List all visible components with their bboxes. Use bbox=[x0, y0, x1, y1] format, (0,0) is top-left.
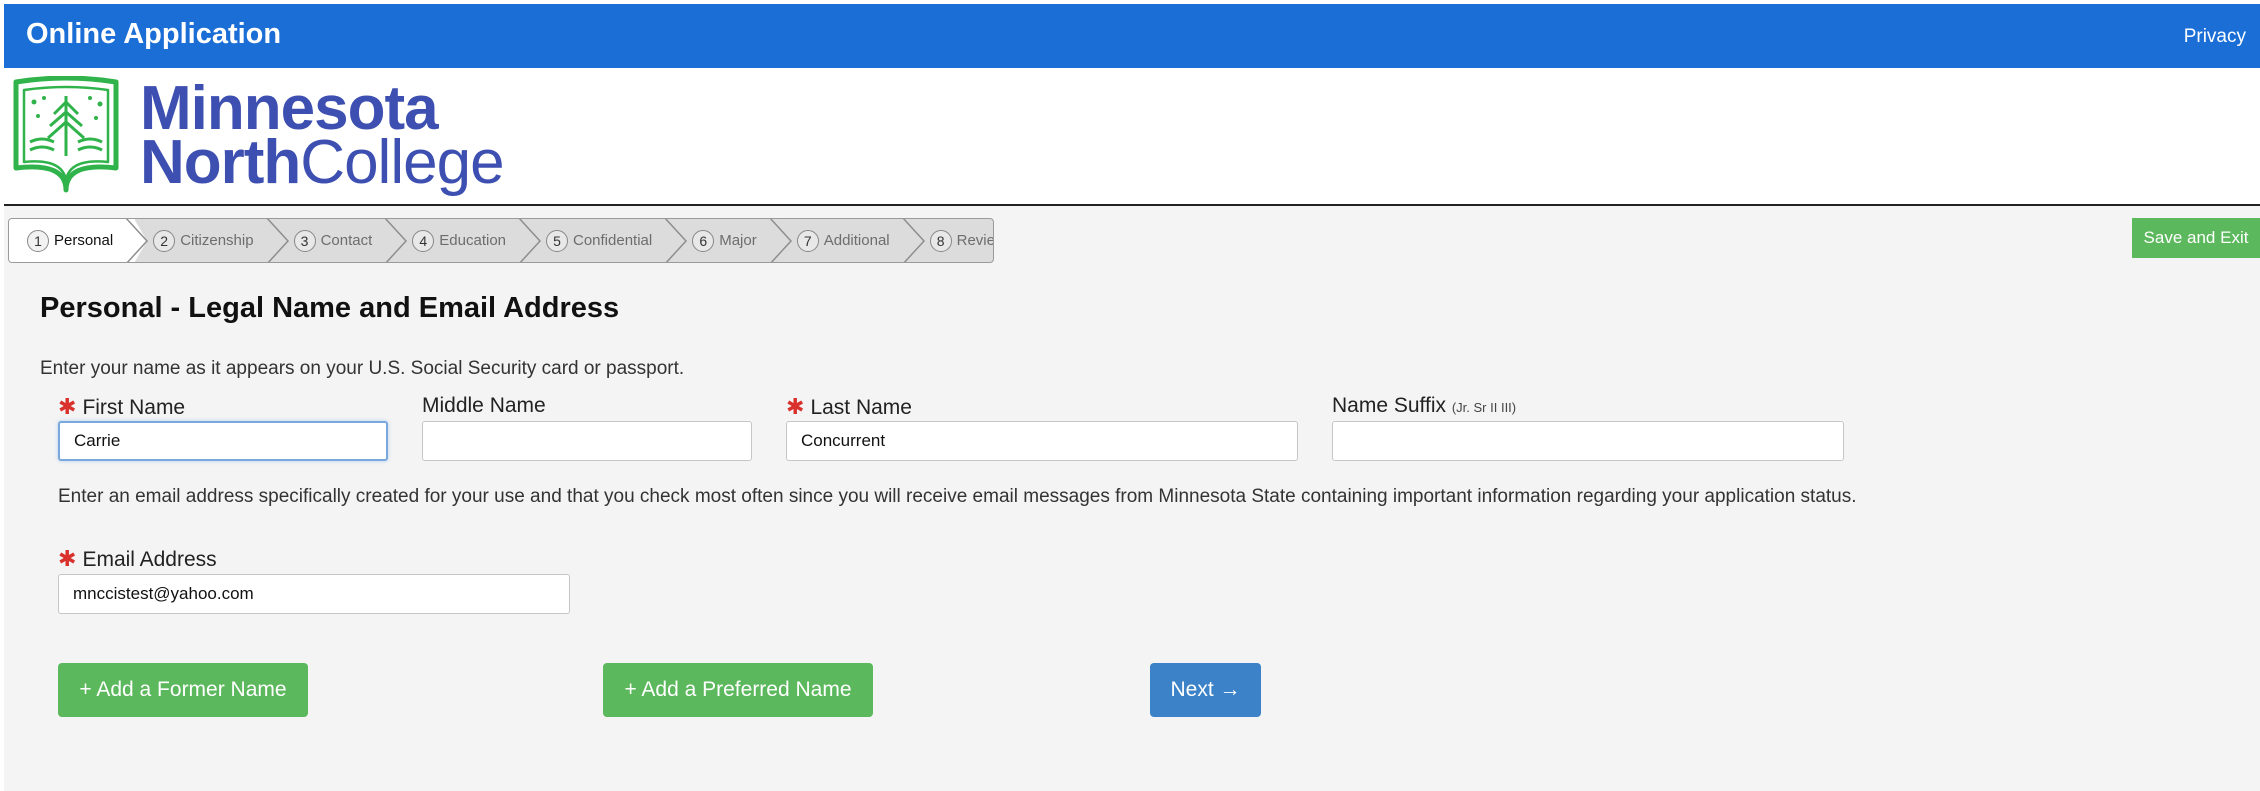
step-number: 7 bbox=[796, 229, 819, 252]
step-chevron-icon bbox=[512, 219, 542, 262]
name-instruction: Enter your name as it appears on your U.… bbox=[40, 358, 685, 379]
next-button[interactable]: Next → bbox=[1150, 663, 1261, 717]
step-label: Citizenship bbox=[180, 232, 254, 249]
last-name-input[interactable] bbox=[786, 421, 1298, 461]
step-contact[interactable]: 3 Contact bbox=[276, 219, 408, 262]
step-chevron-icon bbox=[259, 219, 289, 262]
step-citizenship[interactable]: 2 Citizenship bbox=[135, 219, 289, 262]
step-chevron-icon bbox=[119, 219, 149, 262]
step-number: 8 bbox=[929, 229, 952, 252]
step-label: Review bbox=[956, 232, 993, 249]
step-confidential[interactable]: 5 Confidential bbox=[528, 219, 688, 262]
step-label: Personal bbox=[54, 232, 114, 249]
step-chevron-icon bbox=[658, 219, 688, 262]
middle-name-input[interactable] bbox=[422, 421, 752, 461]
name-suffix-label: Name Suffix (Jr. Sr II III) bbox=[1332, 394, 1516, 418]
email-instruction: Enter an email address specifically crea… bbox=[58, 486, 1857, 507]
step-personal[interactable]: 1 Personal bbox=[9, 219, 149, 262]
step-number: 3 bbox=[293, 229, 316, 252]
first-name-input[interactable] bbox=[58, 421, 388, 461]
step-label: Additional bbox=[823, 232, 890, 249]
wordmark-north: North bbox=[140, 128, 301, 197]
step-additional[interactable]: 7 Additional bbox=[779, 219, 925, 262]
app-header: Online Application Privacy bbox=[4, 4, 2260, 68]
wordmark-college: College bbox=[300, 128, 504, 197]
name-suffix-label-text: Name Suffix bbox=[1332, 394, 1446, 417]
step-number: 4 bbox=[412, 229, 435, 252]
privacy-link[interactable]: Privacy bbox=[2184, 26, 2246, 48]
step-number: 1 bbox=[27, 229, 49, 252]
college-crest-icon bbox=[13, 76, 119, 193]
step-chevron-icon bbox=[378, 219, 408, 262]
progress-stepper: 1 Personal 2 Citizenship 3 Contact 4 Edu… bbox=[8, 218, 994, 263]
app-title: Online Application bbox=[26, 18, 282, 50]
step-number: 2 bbox=[153, 229, 176, 252]
add-preferred-name-button[interactable]: + Add a Preferred Name bbox=[603, 663, 873, 717]
main-content: 1 Personal 2 Citizenship 3 Contact 4 Edu… bbox=[4, 206, 2260, 791]
college-logo: Minnesota NorthCollege bbox=[10, 76, 510, 196]
step-label: Education bbox=[439, 232, 506, 249]
step-education[interactable]: 4 Education bbox=[394, 219, 542, 262]
step-number: 6 bbox=[692, 229, 715, 252]
first-name-label-text: First Name bbox=[82, 396, 186, 419]
step-chevron-icon bbox=[762, 219, 792, 262]
required-asterisk-icon: ✱ bbox=[58, 546, 77, 571]
middle-name-label: Middle Name bbox=[422, 394, 546, 417]
name-suffix-hint: (Jr. Sr II III) bbox=[1451, 400, 1517, 415]
last-name-label: ✱ Last Name bbox=[786, 394, 912, 420]
wordmark-line2: NorthCollege bbox=[140, 132, 505, 194]
section-title: Personal - Legal Name and Email Address bbox=[40, 292, 620, 324]
email-input[interactable] bbox=[58, 574, 570, 614]
step-label: Major bbox=[719, 232, 757, 249]
save-and-exit-button[interactable]: Save and Exit bbox=[2132, 218, 2260, 258]
first-name-label: ✱ First Name bbox=[58, 394, 185, 420]
last-name-label-text: Last Name bbox=[810, 396, 912, 419]
step-number: 5 bbox=[546, 229, 568, 252]
step-label: Confidential bbox=[573, 232, 653, 249]
name-suffix-input[interactable] bbox=[1332, 421, 1844, 461]
step-major[interactable]: 6 Major bbox=[674, 219, 792, 262]
email-label-text: Email Address bbox=[82, 548, 217, 571]
required-asterisk-icon: ✱ bbox=[58, 394, 77, 419]
step-chevron-icon bbox=[895, 219, 925, 262]
step-label: Contact bbox=[320, 232, 373, 249]
email-label: ✱ Email Address bbox=[58, 546, 217, 572]
add-former-name-button[interactable]: + Add a Former Name bbox=[58, 663, 308, 717]
required-asterisk-icon: ✱ bbox=[786, 394, 805, 419]
